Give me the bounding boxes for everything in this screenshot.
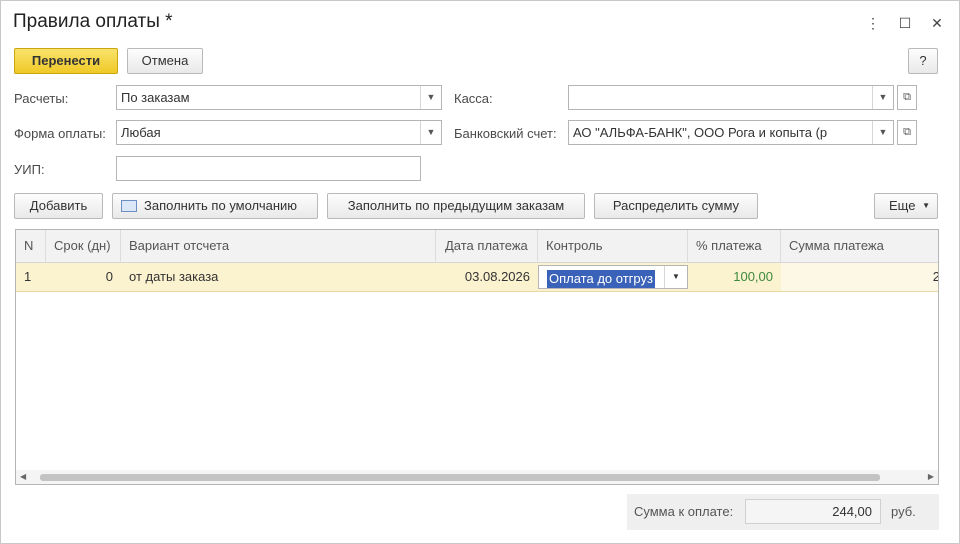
col-variant[interactable]: Вариант отсчета [121,230,436,262]
bank-label: Банковский счет: [454,126,557,141]
currency-label: руб. [891,504,916,519]
chevron-down-icon[interactable]: ▼ [420,86,441,109]
calc-label: Расчеты: [14,91,69,106]
table-header: N Срок (дн) Вариант отсчета Дата платежа… [16,230,938,263]
more-label: Еще [889,198,916,213]
col-date[interactable]: Дата платежа [436,230,538,262]
distribute-button[interactable]: Распределить сумму [594,193,758,219]
uip-label: УИП: [14,162,45,177]
table-row[interactable]: 1 0 от даты заказа 03.08.2026 Оплата до … [16,263,938,292]
cell-control: Оплата до отгруз [547,270,655,288]
payment-table: N Срок (дн) Вариант отсчета Дата платежа… [15,229,939,485]
close-icon[interactable]: ✕ [927,13,947,33]
chevron-down-icon[interactable]: ▼ [664,266,687,288]
fill-prev-button[interactable]: Заполнить по предыдущим заказам [327,193,585,219]
control-select[interactable]: Оплата до отгруз ▼ [538,265,688,289]
open-bank-icon[interactable]: ⧉ [897,120,917,145]
footer-panel: Сумма к оплате: 244,00 руб. [627,494,939,530]
chevron-down-icon: ▼ [922,201,930,210]
col-n[interactable]: N [16,230,46,262]
scroll-left-icon[interactable]: ◀ [20,472,26,481]
more-button[interactable]: Еще ▼ [874,193,938,219]
move-button[interactable]: Перенести [14,48,118,74]
chevron-down-icon[interactable]: ▼ [872,86,893,109]
col-term[interactable]: Срок (дн) [46,230,121,262]
horizontal-scrollbar[interactable]: ◀ ▶ [16,470,938,484]
payform-label: Форма оплаты: [14,126,106,141]
cell-variant: от даты заказа [129,269,219,284]
col-control[interactable]: Контроль [538,230,688,262]
open-cashbox-icon[interactable]: ⧉ [897,85,917,110]
chevron-down-icon[interactable]: ▼ [872,121,893,144]
total-label: Сумма к оплате: [634,504,734,519]
add-button[interactable]: Добавить [14,193,103,219]
payment-rules-window: Правила оплаты * ⋮ ☐ ✕ Перенести Отмена … [0,0,960,544]
cell-sum: 2 [781,263,938,291]
more-menu-icon[interactable]: ⋮ [863,13,883,33]
maximize-icon[interactable]: ☐ [895,13,915,33]
fill-default-button[interactable]: Заполнить по умолчанию [112,193,318,219]
col-sum[interactable]: Сумма платежа [781,230,938,262]
calc-select[interactable]: По заказам ▼ [116,85,442,110]
fill-default-label: Заполнить по умолчанию [144,198,298,213]
cancel-button[interactable]: Отмена [127,48,203,74]
uip-input[interactable] [116,156,421,181]
payform-select[interactable]: Любая ▼ [116,120,442,145]
cell-percent: 100,00 [733,269,773,284]
bank-value: АО "АЛЬФА-БАНК", ООО Рога и копыта (р [573,125,828,140]
help-button[interactable]: ? [908,48,938,74]
fill-default-icon [121,200,137,212]
cell-term: 0 [105,269,113,284]
total-value: 244,00 [745,499,881,524]
cashbox-select[interactable]: ▼ [568,85,894,110]
window-title: Правила оплаты * [13,11,173,32]
calc-value: По заказам [121,90,190,105]
cell-date: 03.08.2026 [464,269,530,284]
bank-select[interactable]: АО "АЛЬФА-БАНК", ООО Рога и копыта (р ▼ [568,120,894,145]
payform-value: Любая [121,125,161,140]
cell-n: 1 [24,269,32,284]
chevron-down-icon[interactable]: ▼ [420,121,441,144]
col-percent[interactable]: % платежа [688,230,781,262]
scrollbar-thumb[interactable] [40,474,880,481]
cashbox-label: Касса: [454,91,493,106]
scroll-right-icon[interactable]: ▶ [928,472,934,481]
